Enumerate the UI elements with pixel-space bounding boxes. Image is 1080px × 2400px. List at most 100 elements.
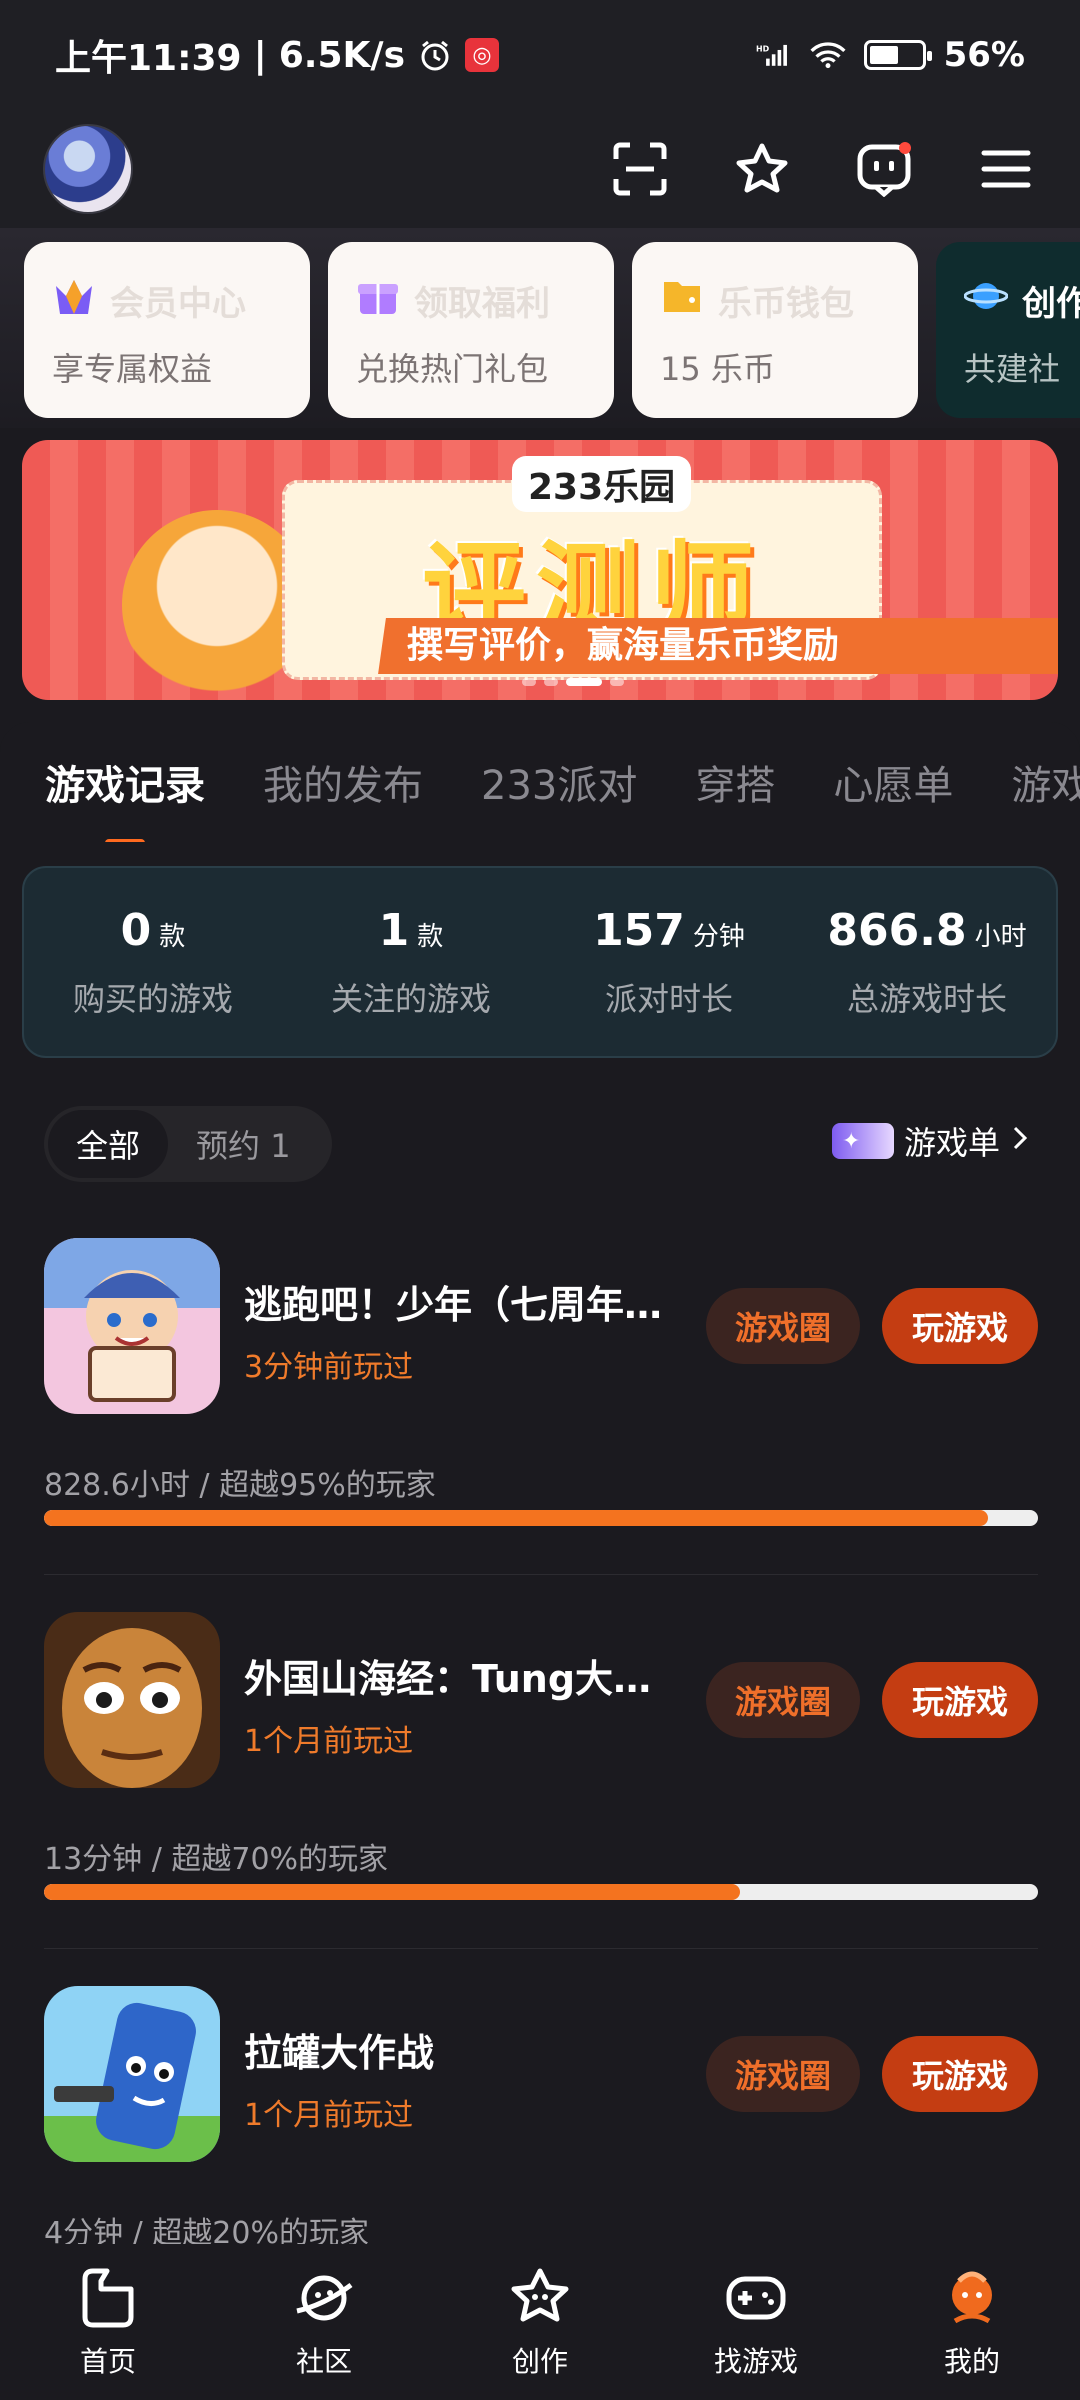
tab-party[interactable]: 233派对 [481, 753, 637, 811]
stat-unit: 小时 [974, 921, 1027, 952]
nav-label: 找游戏 [713, 2345, 798, 2378]
alarm-icon [417, 37, 453, 73]
planet-icon [963, 276, 1009, 325]
home-icon [74, 2264, 142, 2332]
game-title: 外国山海经：Tung大闹… [244, 1657, 684, 1701]
quick-card-welfare[interactable]: 领取福利 兑换热门礼包 [328, 242, 614, 418]
stat-label: 关注的游戏 [330, 979, 491, 1018]
game-icon[interactable] [44, 1612, 220, 1788]
stat-purchased[interactable]: 0款 购买的游戏 [24, 905, 282, 1020]
promo-banner[interactable]: 233乐园 评测师 撰写评价，赢海量乐币奖励 [22, 440, 1058, 700]
nav-label: 创作 [511, 2345, 568, 2378]
stat-value: 0 [120, 904, 152, 956]
play-game-button[interactable]: 玩游戏 [882, 1662, 1038, 1738]
quick-cards: 会员中心 享专属权益 领取福利 兑换热门礼包 乐币钱包 15 乐币 创作 共建社 [0, 228, 1080, 428]
stat-total-time[interactable]: 866.8 小时 总游戏时长 [798, 905, 1056, 1020]
scan-icon[interactable] [609, 138, 671, 200]
carousel-dot [544, 678, 558, 686]
play-game-button[interactable]: 玩游戏 [882, 2036, 1038, 2112]
status-bar: 上午11:39 | 6.5K/s ◎ HD 56% [0, 0, 1080, 110]
signal-icon: HD [756, 37, 792, 73]
stat-label: 购买的游戏 [72, 979, 233, 1018]
game-circle-button[interactable]: 游戏圈 [706, 1662, 860, 1738]
divider [44, 1948, 1038, 1949]
tab-games[interactable]: 游戏 [1011, 753, 1080, 811]
game-playtime-stat: 828.6小时 / 超越95%的玩家 [44, 1468, 436, 1503]
status-separator: | [253, 34, 267, 76]
battery-level [869, 46, 898, 64]
create-star-icon [506, 2264, 574, 2332]
banner-slogan: 撰写评价，赢海量乐币奖励 [407, 625, 840, 666]
unread-dot [899, 142, 911, 154]
bottom-nav: 首页 社区 创作 找游戏 我的 [0, 2244, 1080, 2400]
filter-all[interactable]: 全部 [48, 1110, 169, 1178]
stat-followed[interactable]: 1款 关注的游戏 [282, 905, 540, 1020]
game-list-link[interactable]: ✦ 游戏单 [831, 1118, 1030, 1164]
wifi-icon [810, 37, 846, 73]
nav-label: 我的 [943, 2345, 1000, 2378]
filter-reserved[interactable]: 预约 1 [168, 1110, 319, 1178]
quick-card-title: 领取福利 [414, 283, 550, 324]
quick-card-subtitle: 共建社 [964, 350, 1061, 388]
status-time: 上午11:39 [55, 38, 242, 79]
game-playtime-stat: 13分钟 / 超越70%的玩家 [44, 1842, 389, 1877]
carousel-dot-active [566, 678, 602, 686]
quick-card-title: 乐币钱包 [718, 283, 854, 324]
game-last-played: 1个月前玩过 [244, 2098, 414, 2133]
stat-value: 1 [378, 904, 410, 956]
carousel-dot [610, 678, 624, 686]
filter-segmented: 全部 预约 1 [44, 1106, 332, 1182]
profile-icon [938, 2264, 1006, 2332]
stat-value: 866.8 [827, 904, 967, 956]
avatar[interactable] [43, 124, 133, 214]
game-circle-button[interactable]: 游戏圈 [706, 2036, 860, 2112]
nav-find-games[interactable]: 找游戏 [686, 2264, 826, 2380]
game-last-played: 1个月前玩过 [244, 1724, 414, 1759]
stat-label: 总游戏时长 [846, 979, 1007, 1018]
tab-wishlist[interactable]: 心愿单 [833, 753, 953, 811]
message-icon[interactable] [853, 138, 915, 200]
game-icon[interactable] [44, 1986, 220, 2162]
tab-game-record[interactable]: 游戏记录 [45, 753, 205, 842]
stat-party-time[interactable]: 157 分钟 派对时长 [540, 905, 798, 1020]
community-planet-icon [290, 2264, 358, 2332]
battery-icon [863, 40, 932, 70]
playtime-progress-bar [44, 1884, 1038, 1900]
quick-card-title: 创作 [1022, 283, 1080, 324]
quick-card-wallet[interactable]: 乐币钱包 15 乐币 [632, 242, 918, 418]
quick-card-subtitle: 兑换热门礼包 [356, 350, 549, 388]
gift-icon [356, 276, 400, 325]
nav-profile[interactable]: 我的 [902, 2264, 1042, 2380]
nav-create[interactable]: 创作 [470, 2264, 610, 2380]
quick-card-subtitle: 享专属权益 [52, 350, 213, 388]
stat-value: 157 [593, 904, 685, 956]
menu-icon[interactable] [975, 138, 1037, 200]
app-notification-icon: ◎ [465, 38, 499, 72]
quick-card-create[interactable]: 创作 共建社 [936, 242, 1080, 418]
play-game-button[interactable]: 玩游戏 [882, 1288, 1038, 1364]
tab-outfit[interactable]: 穿搭 [695, 753, 775, 811]
gamepad-icon [722, 2264, 790, 2332]
game-title: 拉罐大作战 [244, 2031, 435, 2075]
quick-card-title: 会员中心 [110, 283, 246, 324]
nav-label: 首页 [79, 2345, 136, 2378]
wallet-icon [660, 276, 704, 325]
battery-percent: 56% [943, 35, 1025, 75]
signal-hd-label: HD [756, 44, 770, 53]
game-icon[interactable] [44, 1238, 220, 1414]
sparkle-icon: ✦ [831, 1123, 894, 1159]
game-circle-button[interactable]: 游戏圈 [706, 1288, 860, 1364]
nav-community[interactable]: 社区 [254, 2264, 394, 2380]
tab-my-posts[interactable]: 我的发布 [263, 753, 423, 811]
carousel-indicator [522, 678, 624, 686]
stats-panel: 0款 购买的游戏 1款 关注的游戏 157 分钟 派对时长 866.8 小时 总游戏… [22, 866, 1058, 1058]
quick-card-subtitle: 15 乐币 [660, 350, 775, 388]
stat-label: 派对时长 [604, 979, 733, 1018]
game-title: 逃跑吧！少年（七周年庆） [244, 1283, 684, 1327]
quick-card-member[interactable]: 会员中心 享专属权益 [24, 242, 310, 418]
chevron-right-icon [1010, 1122, 1030, 1160]
progress-fill [44, 1510, 989, 1526]
star-icon[interactable] [731, 138, 793, 200]
nav-home[interactable]: 首页 [38, 2264, 178, 2380]
network-speed: 6.5K/s [278, 34, 405, 76]
